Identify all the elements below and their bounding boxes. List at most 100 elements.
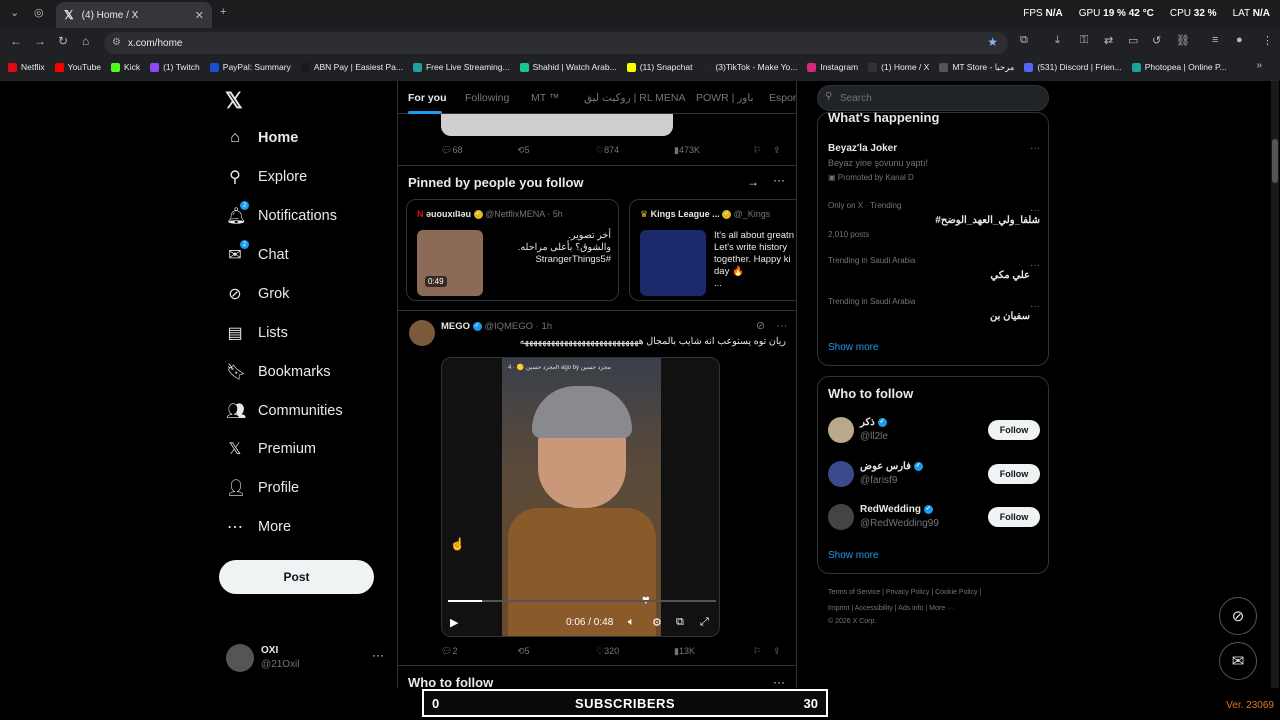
repost-button[interactable]: ⟲ 5 bbox=[517, 646, 530, 657]
link-icon[interactable]: ⛓ bbox=[1176, 34, 1190, 47]
download-icon[interactable]: ⤓ bbox=[1055, 34, 1060, 47]
scrollbar-thumb[interactable] bbox=[1272, 139, 1278, 183]
fullscreen-icon[interactable]: ⤢ bbox=[700, 616, 709, 629]
pinned-card-netflix[interactable]: N ǝuouxılʇǝu ✓ @NetflixMENA · 5h 0:49 أخ… bbox=[406, 199, 619, 301]
bookmark-item[interactable]: Instagram bbox=[807, 62, 858, 72]
nav-item-notifications[interactable]: 🔔︎ 2 Notifications bbox=[226, 201, 337, 231]
post-button[interactable]: Post bbox=[219, 560, 374, 594]
nav-item-profile[interactable]: 👤︎ Profile bbox=[226, 473, 299, 503]
nav-item-chat[interactable]: ✉ 2 Chat bbox=[226, 240, 289, 270]
bookmark-item[interactable]: Kick bbox=[111, 62, 140, 72]
search-input[interactable]: ⚲ Search bbox=[817, 85, 1049, 111]
settings-icon[interactable]: ⚙ bbox=[652, 616, 662, 629]
reading-icon[interactable]: ≡ bbox=[1212, 34, 1218, 46]
account-switcher[interactable]: OXI @21Oxil ··· bbox=[226, 644, 386, 674]
timeline-tab[interactable]: MT ™ bbox=[531, 92, 559, 104]
timeline-tab[interactable]: روكيت ليق | RL MENA bbox=[584, 92, 686, 104]
bookmark-item[interactable]: (531) Discord | Frien... bbox=[1024, 62, 1122, 72]
tweet-time[interactable]: · 1h bbox=[536, 321, 552, 332]
tweet-handle[interactable]: @IQMEGO bbox=[484, 321, 533, 332]
like-button[interactable]: ♡ 320 bbox=[596, 646, 619, 657]
reload-icon[interactable]: ↻ bbox=[58, 34, 68, 48]
follow-suggestion[interactable]: RedWedding ✓ @RedWedding99 Follow bbox=[828, 504, 1040, 534]
pip-icon[interactable]: ⧉ bbox=[676, 616, 684, 629]
bookmarks-overflow-icon[interactable]: » bbox=[1256, 60, 1262, 71]
grok-icon[interactable]: ⊘ bbox=[756, 320, 765, 332]
footer-links[interactable]: Terms of Service | Privacy Policy | Cook… bbox=[828, 589, 981, 596]
follow-button[interactable]: Follow bbox=[988, 507, 1040, 527]
like-button[interactable]: ♡ 874 bbox=[596, 145, 619, 156]
repost-button[interactable]: ⟲ 5 bbox=[517, 145, 530, 156]
forward-icon[interactable]: → bbox=[34, 34, 46, 48]
volume-icon[interactable]: 🔈︎ bbox=[628, 616, 635, 629]
more-dots-icon[interactable]: ··· bbox=[776, 320, 787, 332]
follow-suggestion[interactable]: ذكر ✓ @ll2le Follow bbox=[828, 417, 1040, 447]
bookmark-icon[interactable]: ⚐ bbox=[753, 145, 761, 156]
timeline-tab[interactable]: POWR | باور bbox=[696, 92, 754, 104]
nav-item-explore[interactable]: ⚲ Explore bbox=[226, 162, 307, 192]
nav-item-more[interactable]: ⋯ More bbox=[226, 512, 291, 542]
bookmark-item[interactable]: Photopea | Online P... bbox=[1131, 62, 1227, 72]
site-info-icon[interactable]: ⚙ bbox=[112, 37, 121, 48]
trend-item[interactable]: Beyaz'la Joker Beyaz yine şovunu yaptı! … bbox=[828, 143, 1040, 183]
bookmark-item[interactable]: Netflix bbox=[8, 62, 45, 72]
pinned-image-thumbnail[interactable] bbox=[640, 230, 706, 296]
browser-tab-active[interactable]: 𝕏 (4) Home / X ✕ bbox=[56, 2, 212, 28]
video-progress-bar[interactable] bbox=[448, 600, 716, 602]
messages-fab-icon[interactable]: ✉ bbox=[1219, 642, 1257, 680]
tweet-author-name[interactable]: MEGO bbox=[441, 321, 470, 332]
address-bar[interactable]: ⚙ x.com/home ★ bbox=[104, 32, 1008, 54]
nav-item-grok[interactable]: ⊘ Grok bbox=[226, 279, 289, 309]
timeline-tab[interactable]: Following bbox=[465, 92, 509, 104]
bookmark-icon[interactable]: ⚐ bbox=[753, 646, 761, 657]
nav-item-communities[interactable]: 👥︎ Communities bbox=[226, 396, 343, 426]
bookmark-item[interactable]: (1) Home / X bbox=[868, 62, 929, 72]
key-icon[interactable]: ⚿ bbox=[1080, 34, 1088, 47]
timeline-tab[interactable]: Espor bbox=[769, 92, 796, 104]
bookmark-item[interactable]: ABN Pay | Easiest Pa... bbox=[300, 62, 403, 72]
avatar[interactable] bbox=[409, 320, 435, 346]
bookmark-item[interactable]: (11) Snapchat bbox=[626, 62, 692, 72]
nav-item-bookmarks[interactable]: 🔖︎ Bookmarks bbox=[226, 357, 331, 387]
grok-fab-icon[interactable]: ⊘ bbox=[1219, 597, 1257, 635]
nav-item-premium[interactable]: 𝕏 Premium bbox=[226, 434, 316, 464]
bookmark-item[interactable]: Shahid | Watch Arab... bbox=[519, 62, 617, 72]
tab-close-icon[interactable]: ✕ bbox=[195, 9, 204, 22]
more-dots-icon[interactable]: ··· bbox=[773, 173, 785, 187]
tab-groups-icon[interactable]: ◎ bbox=[34, 6, 44, 19]
extensions-icon[interactable]: ⧉ bbox=[1020, 34, 1028, 47]
more-dots-icon[interactable]: ··· bbox=[1030, 205, 1040, 216]
show-more-link[interactable]: Show more bbox=[828, 550, 879, 561]
card-icon[interactable]: ▭ bbox=[1128, 34, 1138, 47]
bookmark-star-icon[interactable]: ★ bbox=[987, 35, 998, 49]
new-tab-icon[interactable]: + bbox=[220, 6, 226, 18]
history-icon[interactable]: ↺ bbox=[1152, 34, 1161, 47]
menu-kebab-icon[interactable]: ⋮ bbox=[1262, 34, 1273, 47]
bookmark-item[interactable]: MT Store - مرحبا bbox=[939, 62, 1014, 73]
nav-item-lists[interactable]: ▤ Lists bbox=[226, 318, 287, 348]
nav-item-home[interactable]: ⌂ Home bbox=[226, 123, 298, 153]
pinned-card-kings-league[interactable]: ♛ Kings League ... ✓ @_Kings It's all ab… bbox=[629, 199, 796, 301]
more-dots-icon[interactable]: ··· bbox=[1030, 143, 1040, 154]
views-button[interactable]: ▮ 473K bbox=[674, 145, 700, 156]
home-browser-icon[interactable]: ⌂ bbox=[82, 34, 89, 48]
share-icon[interactable]: ⇪ bbox=[773, 145, 781, 156]
previous-post-image[interactable] bbox=[441, 114, 673, 136]
trend-item[interactable]: Trending in Saudi Arabia علي مكي ··· bbox=[828, 256, 1040, 284]
play-icon[interactable]: ▶ bbox=[450, 616, 458, 629]
page-scrollbar[interactable] bbox=[1271, 81, 1279, 688]
bookmark-item[interactable]: YouTube bbox=[54, 62, 101, 72]
x-logo-icon[interactable]: 𝕏 bbox=[225, 88, 243, 114]
bookmark-item[interactable]: (3)TikTok - Make Yo... bbox=[702, 62, 797, 72]
timeline-tab[interactable]: For you bbox=[408, 92, 447, 104]
footer-links[interactable]: Imprint | Accessibility | Ads info | Mor… bbox=[828, 605, 954, 612]
bookmark-item[interactable]: (1) Twitch bbox=[150, 62, 200, 72]
translate-icon[interactable]: ⇄ bbox=[1104, 34, 1113, 47]
pinned-hashtag[interactable]: #StrangerThings5 bbox=[491, 254, 611, 266]
follow-suggestion[interactable]: فارس عوض ✓ @farisf9 Follow bbox=[828, 461, 1040, 491]
more-dots-icon[interactable]: ··· bbox=[1030, 260, 1040, 271]
share-icon[interactable]: ⇪ bbox=[773, 646, 781, 657]
reply-button[interactable]: 💬︎ 2 bbox=[441, 646, 457, 657]
trend-item[interactable]: Trending in Saudi Arabia سفيان بن ··· bbox=[828, 297, 1040, 325]
views-button[interactable]: ▮ 13K bbox=[674, 646, 695, 657]
